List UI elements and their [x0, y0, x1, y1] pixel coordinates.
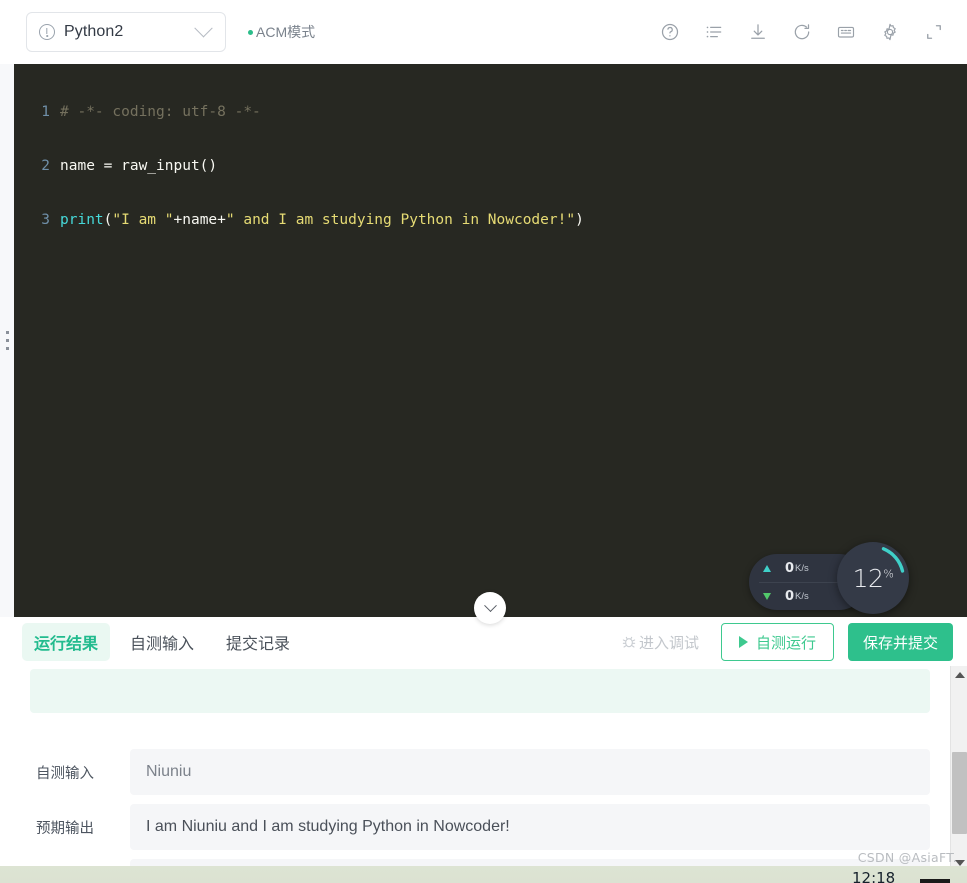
acm-mode-label: ACM模式 [256, 24, 316, 40]
self-test-input-value[interactable]: Niuniu [130, 749, 930, 795]
results-panel: 运行结果 自测输入 提交记录 进入调试 自测运行 保存并提交 自测输入 Niun… [0, 617, 967, 871]
code-content[interactable]: 1 # -*- coding: utf-8 -*- 2 name = raw_inp… [14, 64, 967, 288]
row-self-test-input: 自测输入 Niuniu [0, 749, 930, 795]
exclamation-circle-icon [39, 24, 55, 40]
cpu-usage-gauge: 12% [837, 542, 909, 614]
results-body: 自测输入 Niuniu 预期输出 I am Niuniu and I am st… [0, 666, 967, 871]
self-test-run-button[interactable]: 自测运行 [720, 623, 834, 661]
upload-speed-value: 0 [785, 561, 795, 576]
expected-output-value: I am Niuniu and I am studying Python in … [130, 804, 930, 850]
keyboard-icon[interactable] [835, 21, 857, 43]
help-icon[interactable] [659, 21, 681, 43]
watermark: CSDN @AsiaFT. [857, 850, 957, 865]
list-icon[interactable] [703, 21, 725, 43]
cpu-usage-value: 12% [852, 563, 894, 593]
enter-debug-button[interactable]: 进入调试 [621, 632, 699, 653]
panel-resize-handle[interactable] [0, 64, 14, 617]
desktop-taskbar: 12:18 [0, 866, 967, 883]
tab-self-test-input[interactable]: 自测输入 [118, 623, 206, 661]
play-icon [738, 636, 748, 648]
chevron-down-icon [194, 18, 213, 37]
gear-icon[interactable] [879, 21, 901, 43]
arrow-down-icon [763, 592, 771, 600]
row-label: 自测输入 [36, 765, 94, 782]
download-speed-unit: K/s [795, 590, 809, 602]
line-number: 1 [41, 104, 50, 120]
toolbar-icon-group [659, 21, 945, 43]
scroll-up-button[interactable] [951, 666, 967, 683]
code-line: 3 print("I am "+name+" and I am studying … [14, 207, 967, 234]
code-token: name = raw_input() [60, 158, 218, 174]
save-and-submit-button[interactable]: 保存并提交 [847, 623, 953, 661]
collapse-panel-button[interactable] [474, 592, 506, 624]
refresh-icon[interactable] [791, 21, 813, 43]
code-token: "I am " [112, 212, 174, 228]
chevron-down-icon [483, 598, 497, 612]
self-test-run-label: 自测运行 [755, 634, 816, 652]
results-panel-bar: 运行结果 自测输入 提交记录 进入调试 自测运行 保存并提交 [0, 618, 967, 666]
taskbar-clock: 12:18 [852, 869, 896, 883]
code-line: 1 # -*- coding: utf-8 -*- [14, 99, 967, 126]
fullscreen-icon[interactable] [923, 21, 945, 43]
row-label: 预期输出 [36, 820, 94, 837]
taskbar-indicator [920, 879, 950, 883]
result-status-banner [30, 669, 930, 713]
arrow-up-icon [763, 565, 771, 572]
editor-toolbar: Python2 ACM模式 [0, 0, 967, 64]
network-monitor-widget[interactable]: 0 K/s 0 K/s 12% [749, 542, 909, 617]
language-select[interactable]: Python2 [26, 12, 226, 52]
code-token: " and I am studying Python in Nowcoder!" [225, 212, 576, 228]
triangle-up-icon [954, 671, 965, 678]
tab-submission-record[interactable]: 提交记录 [214, 623, 302, 661]
code-line: 2 name = raw_input() [14, 153, 967, 180]
scrollbar-thumb[interactable] [952, 752, 967, 834]
drag-dots-icon [5, 331, 9, 350]
bug-icon [621, 634, 637, 650]
code-token: +name+ [173, 212, 226, 228]
acm-mode-toggle[interactable]: ACM模式 [248, 22, 315, 42]
tab-run-result[interactable]: 运行结果 [22, 623, 111, 661]
download-speed-value: 0 [785, 588, 795, 604]
row-expected-output: 预期输出 I am Niuniu and I am studying Pytho… [0, 804, 930, 850]
code-token: ) [575, 212, 584, 228]
code-token: # -*- coding: utf-8 -*- [60, 104, 261, 120]
code-token: print [60, 212, 104, 228]
results-tabs: 运行结果 自测输入 提交记录 [22, 623, 302, 661]
code-editor[interactable]: 1 # -*- coding: utf-8 -*- 2 name = raw_inp… [14, 64, 967, 617]
download-icon[interactable] [747, 21, 769, 43]
results-scrollbar[interactable] [950, 666, 967, 871]
upload-speed-unit: K/s [795, 563, 809, 574]
online-judge-page: Python2 ACM模式 1 # -*- coding: utf-8 -*- … [0, 0, 967, 883]
language-select-value: Python2 [64, 23, 124, 40]
line-number: 2 [41, 158, 50, 174]
enter-debug-label: 进入调试 [638, 634, 699, 652]
line-number: 3 [41, 212, 50, 228]
status-dot [248, 29, 253, 35]
